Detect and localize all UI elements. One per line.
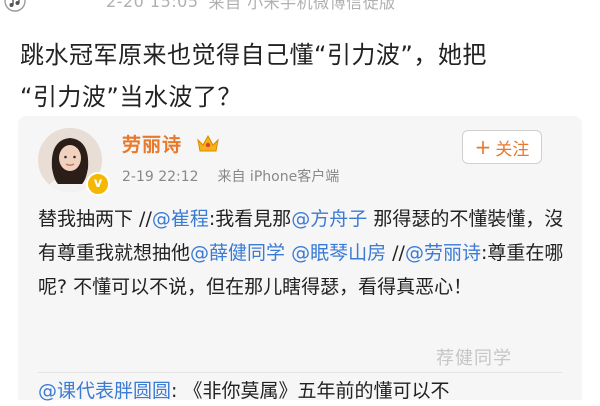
post-timestamp: 2-20 15:05 — [106, 0, 199, 11]
post-text-line-2: “引力波”当水波了？ — [20, 83, 242, 111]
mention-link[interactable]: @薛健同学 — [190, 242, 285, 264]
mention-link[interactable]: @方舟子 — [291, 208, 367, 230]
post-text: 跳水冠军原来也觉得自己懂“引力波”，她把 “引力波”当水波了？ — [20, 34, 580, 118]
follow-label: 关注 — [495, 139, 530, 160]
repost-card[interactable]: v 劳丽诗 2-19 22:12 来自 iPhone客户端 + 关注 替我抽两下… — [18, 116, 582, 402]
comment-line: @课代表胖圆圆: 《非你莫属》五年前的懂可以不 — [38, 376, 566, 406]
post-meta-header: 2-20 15:05 来自 小米手机微博信徒版 — [0, 0, 600, 12]
repost-meta: 2-19 22:12 来自 iPhone客户端 — [122, 166, 339, 186]
comment-mention[interactable]: @课代表胖圆圆 — [38, 380, 171, 402]
music-note-icon — [4, 0, 26, 12]
repost-timestamp: 2-19 22:12 — [122, 169, 199, 185]
crown-icon — [197, 134, 219, 152]
mention-link[interactable]: @崔程 — [152, 208, 209, 230]
post-source: 来自 小米手机微博信徒版 — [208, 0, 396, 12]
body-text: :我看見那 — [208, 208, 292, 230]
repost-body: 替我抽两下 //@崔程:我看見那@方舟子 那得瑟的不懂裝懂，沒有尊重我就想抽他@… — [38, 202, 566, 304]
follow-button[interactable]: + 关注 — [462, 130, 542, 164]
verified-badge: v — [86, 172, 110, 196]
author-name[interactable]: 劳丽诗 — [122, 130, 182, 157]
comment-text: : 《非你莫属》五年前的懂可以不 — [171, 380, 450, 402]
watermark: 荐健同学 — [436, 348, 512, 369]
post-text-line-1: 跳水冠军原来也觉得自己懂“引力波”，她把 — [20, 41, 487, 69]
body-text: 替我抽两下 // — [38, 208, 152, 230]
plus-icon: + — [474, 135, 492, 159]
mention-link[interactable]: @眠琴山房 — [291, 242, 386, 264]
divider — [38, 372, 562, 373]
body-text: // — [386, 242, 405, 264]
mention-link[interactable]: @劳丽诗 — [405, 242, 481, 264]
repost-source: 来自 iPhone客户端 — [217, 169, 340, 185]
